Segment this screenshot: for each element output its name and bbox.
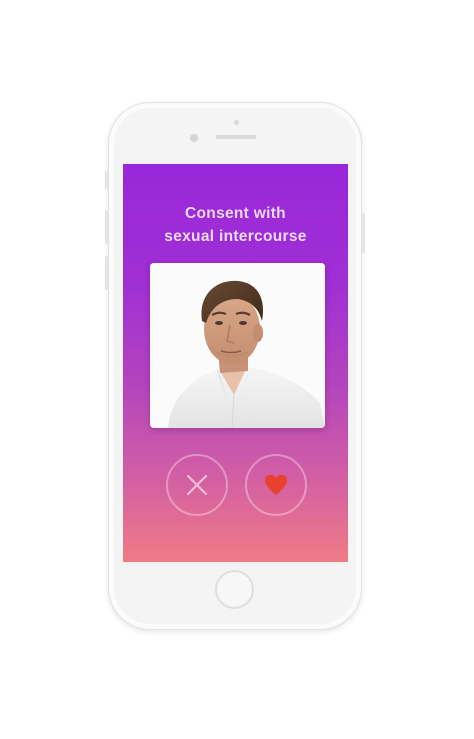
proximity-sensor [234,120,239,125]
reject-button[interactable] [166,454,228,516]
home-button[interactable] [215,570,254,609]
power-button [362,213,365,253]
like-button[interactable] [245,454,307,516]
question-line-1: Consent with [185,205,286,222]
profile-photo-card[interactable] [150,263,325,428]
question-line-2: sexual intercourse [164,228,307,245]
mute-switch [105,171,108,189]
profile-photo [150,263,325,428]
front-camera [190,134,198,142]
close-icon [186,474,208,496]
earpiece-speaker [216,135,256,139]
volume-down-button [105,256,108,290]
heart-icon [265,474,287,495]
question-title: Consent with sexual intercourse [123,202,348,248]
volume-up-button [105,210,108,244]
app-screen: Consent with sexual intercourse [123,164,348,562]
